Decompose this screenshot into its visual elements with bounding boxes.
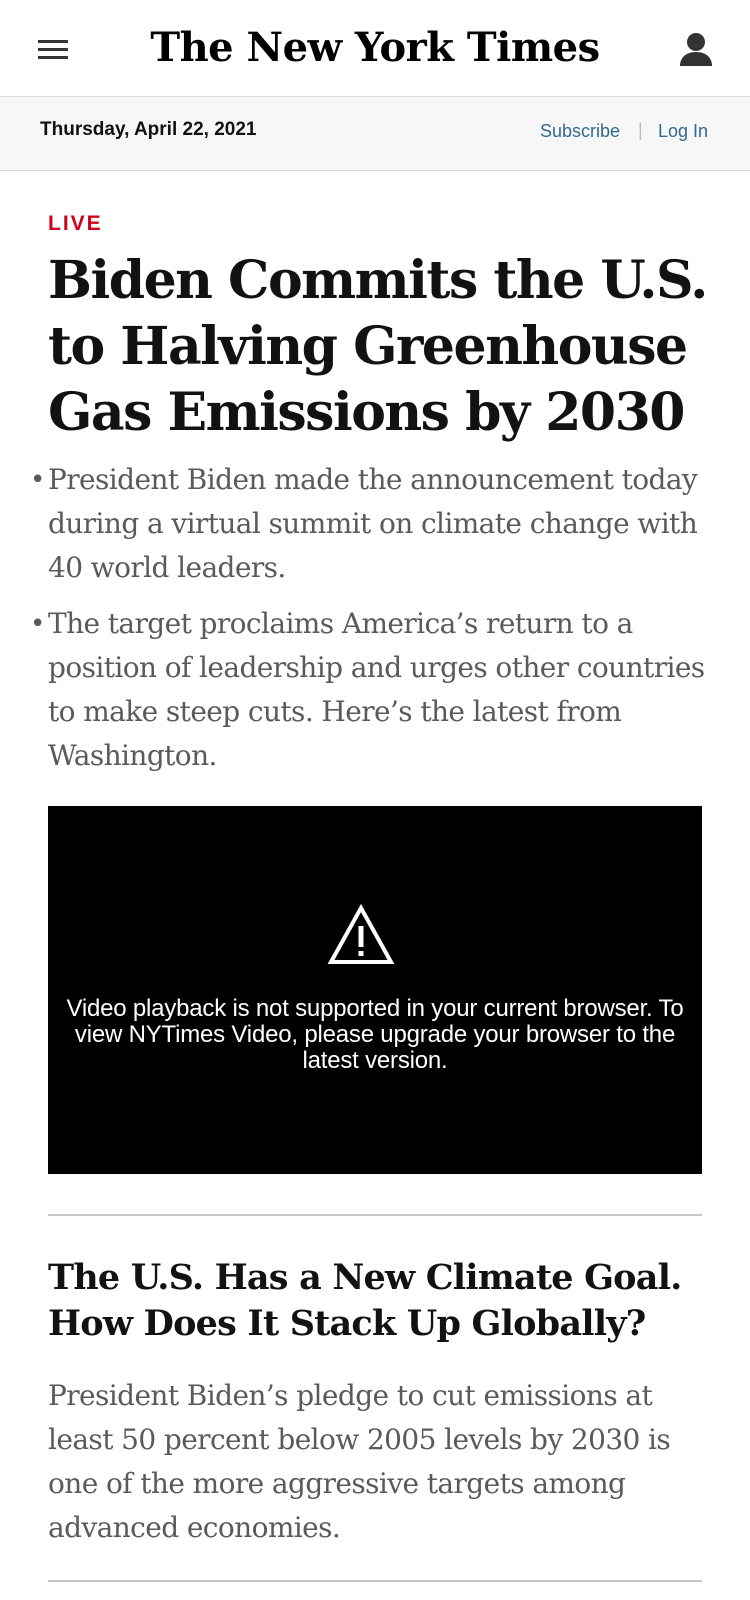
user-account-icon[interactable] [678,30,714,70]
video-unsupported-message: Video playback is not supported in your … [66,995,684,1074]
video-player[interactable]: Video playback is not supported in your … [48,806,702,1174]
summary-bullet-text: President Biden made the announcement to… [48,463,698,584]
related-story-summary: President Biden’s pledge to cut emission… [48,1379,671,1544]
article-headline[interactable]: Biden Commits the U.S. to Halving Greenh… [48,248,708,446]
warning-triangle-icon [327,903,395,966]
nyt-logo[interactable]: The New York Times [0,24,750,71]
summary-bullet: • The target proclaims America’s return … [30,602,710,778]
current-date: Thursday, April 22, 2021 [40,119,257,140]
date-bar: Thursday, April 22, 2021 Subscribe | Log… [0,97,750,171]
section-divider [48,1214,702,1216]
subscribe-link[interactable]: Subscribe [540,121,620,142]
top-navigation-bar: The New York Times [0,0,750,97]
summary-bullet: • President Biden made the announcement … [30,458,710,590]
bullet-icon: • [30,609,45,639]
login-link[interactable]: Log In [658,121,708,142]
live-badge: LIVE [48,212,103,235]
related-story-title[interactable]: The U.S. Has a New Climate Goal. How Doe… [48,1255,708,1347]
summary-bullet-text: The target proclaims America’s return to… [48,607,705,772]
summary-bullets: • President Biden made the announcement … [30,458,710,790]
section-divider [48,1580,702,1582]
link-separator: | [638,120,643,140]
bullet-icon: • [30,465,45,495]
